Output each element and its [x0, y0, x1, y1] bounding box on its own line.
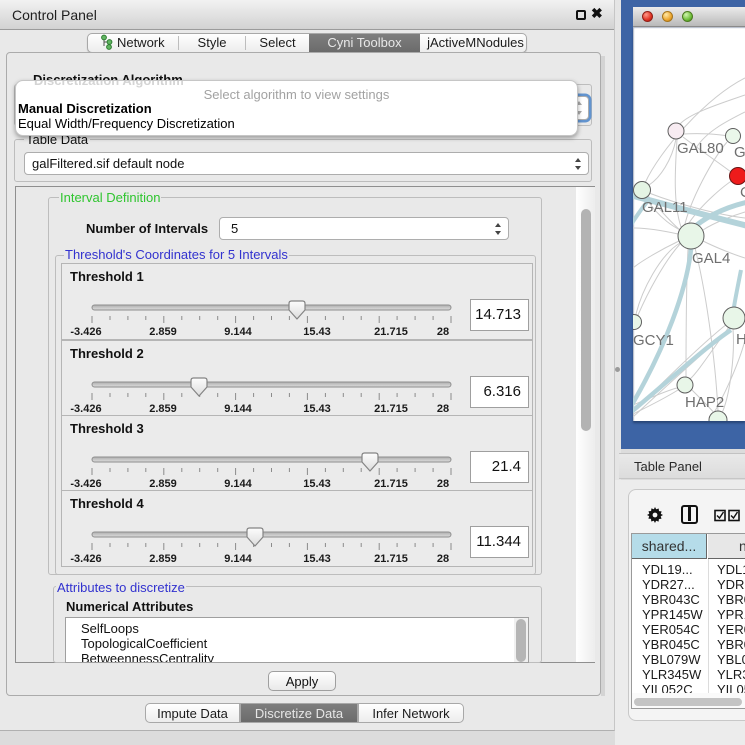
svg-text:21.715: 21.715 — [374, 478, 408, 490]
svg-text:2.859: 2.859 — [149, 326, 177, 338]
svg-text:GCY1: GCY1 — [633, 332, 674, 349]
svg-text:28: 28 — [437, 403, 449, 415]
svg-text:HAP2: HAP2 — [685, 394, 724, 411]
svg-text:28: 28 — [437, 553, 449, 565]
svg-text:28: 28 — [437, 326, 449, 338]
svg-text:-3.426: -3.426 — [70, 326, 101, 338]
svg-text:GAL4: GAL4 — [692, 250, 730, 267]
svg-text:-3.426: -3.426 — [70, 403, 101, 415]
svg-text:21.715: 21.715 — [374, 553, 408, 565]
svg-text:2.859: 2.859 — [149, 553, 177, 565]
svg-text:15.43: 15.43 — [303, 326, 331, 338]
svg-text:-3.426: -3.426 — [70, 478, 101, 490]
svg-text:21.715: 21.715 — [374, 326, 408, 338]
svg-text:GAL11: GAL11 — [642, 199, 688, 216]
svg-text:C: C — [740, 184, 745, 201]
svg-text:15.43: 15.43 — [303, 403, 331, 415]
svg-text:9.144: 9.144 — [224, 403, 252, 415]
svg-text:2.859: 2.859 — [149, 478, 177, 490]
svg-text:9.144: 9.144 — [224, 326, 252, 338]
svg-text:H: H — [736, 331, 745, 348]
svg-text:28: 28 — [437, 478, 449, 490]
svg-text:15.43: 15.43 — [303, 478, 331, 490]
svg-text:21.715: 21.715 — [374, 403, 408, 415]
svg-text:9.144: 9.144 — [224, 553, 252, 565]
svg-text:GAL80: GAL80 — [677, 140, 724, 157]
svg-text:9.144: 9.144 — [224, 478, 252, 490]
svg-text:G.: G. — [734, 144, 745, 161]
svg-text:15.43: 15.43 — [303, 553, 331, 565]
svg-text:-3.426: -3.426 — [70, 553, 101, 565]
svg-text:2.859: 2.859 — [149, 403, 177, 415]
